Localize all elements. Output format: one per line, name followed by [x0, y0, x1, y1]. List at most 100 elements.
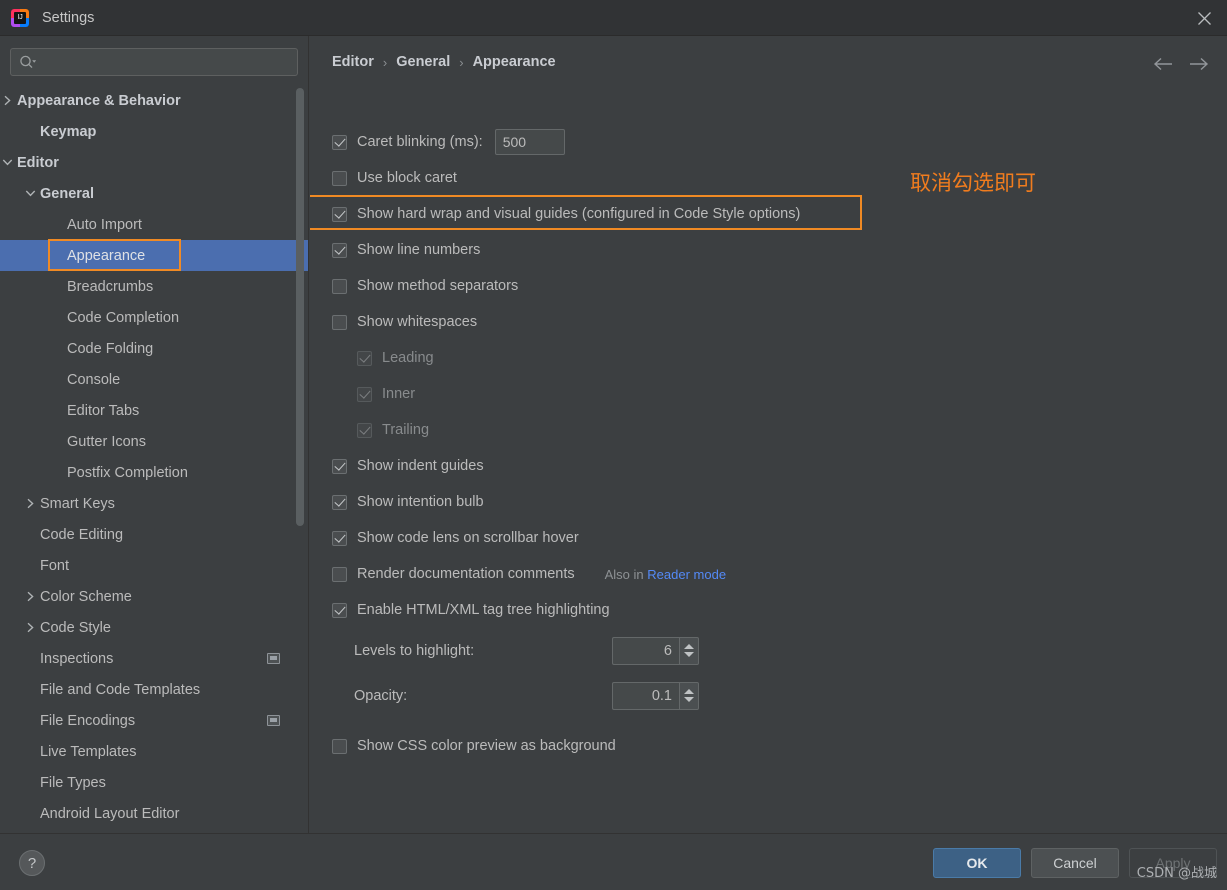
- sidebar-item-file-and-code-templates[interactable]: File and Code Templates: [0, 674, 308, 705]
- breadcrumb-item[interactable]: General: [396, 54, 450, 70]
- search-input[interactable]: [42, 54, 297, 70]
- sidebar-item-file-encodings[interactable]: File Encodings: [0, 705, 308, 736]
- chevron-right-icon[interactable]: [0, 93, 15, 108]
- window-title: Settings: [42, 9, 95, 26]
- html-xml-highlight-row: Enable HTML/XML tag tree highlighting: [310, 592, 1227, 628]
- sidebar-item-breadcrumbs[interactable]: Breadcrumbs: [0, 271, 308, 302]
- inner-label: Inner: [382, 386, 416, 402]
- sidebar-item-font[interactable]: Font: [0, 550, 308, 581]
- reader-mode-link[interactable]: Reader mode: [647, 567, 726, 582]
- sidebar-item-live-templates[interactable]: Live Templates: [0, 736, 308, 767]
- chevron-right-icon[interactable]: [23, 589, 38, 604]
- option-row-show-method-separators: Show method separators: [310, 268, 1227, 304]
- sidebar-item-smart-keys[interactable]: Smart Keys: [0, 488, 308, 519]
- html-xml-tag-tree-highlighting-checkbox[interactable]: [332, 602, 347, 618]
- opacity-spin-buttons[interactable]: [679, 681, 699, 710]
- also-in-prefix: Also in: [604, 566, 644, 582]
- show-intention-bulb-label: Show intention bulb: [357, 494, 484, 510]
- show-code-lens-on-scrollbar-hover-checkbox[interactable]: [332, 530, 347, 546]
- chevron-down-icon[interactable]: [0, 155, 15, 170]
- show-method-separators-label: Show method separators: [357, 278, 519, 294]
- render-doc-row: Render documentation comments Also in Re…: [310, 556, 1227, 592]
- show-css-color-preview-label: Show CSS color preview as background: [357, 738, 616, 754]
- arrow-left-icon[interactable]: [1151, 52, 1175, 76]
- show-code-lens-on-scrollbar-hover-label: Show code lens on scrollbar hover: [357, 530, 579, 546]
- chevron-down-icon[interactable]: [23, 186, 38, 201]
- breadcrumb-item[interactable]: Editor: [332, 54, 374, 70]
- sidebar-item-code-style[interactable]: Code Style: [0, 612, 308, 643]
- show-hard-wrap-and-visual-guides-configured-in-code-style-options-label: Show hard wrap and visual guides (config…: [357, 206, 801, 222]
- arrow-right-icon[interactable]: [1187, 52, 1211, 76]
- sidebar-item-inspections[interactable]: Inspections: [0, 643, 308, 674]
- breadcrumb-item[interactable]: Appearance: [473, 54, 556, 70]
- sidebar-item-editor-tabs[interactable]: Editor Tabs: [0, 395, 308, 426]
- sidebar-item-general[interactable]: General: [0, 178, 308, 209]
- levels-to-highlight-spin-buttons[interactable]: [679, 636, 699, 665]
- levels-to-highlight-row: Levels to highlight:: [310, 628, 1227, 673]
- search-box[interactable]: [10, 48, 298, 76]
- help-button[interactable]: ?: [19, 850, 45, 876]
- show-line-numbers-checkbox[interactable]: [332, 242, 347, 258]
- sidebar-item-label: Font: [40, 557, 70, 574]
- title-bar: IJ Settings: [0, 0, 1227, 36]
- option-row-inner: Inner: [310, 376, 1227, 412]
- sidebar-item-label: Android Layout Editor: [40, 805, 180, 822]
- sidebar-item-console[interactable]: Console: [0, 364, 308, 395]
- sidebar-item-label: File Encodings: [40, 712, 136, 729]
- levels-to-highlight-input[interactable]: [612, 636, 679, 665]
- sidebar-item-code-completion[interactable]: Code Completion: [0, 302, 308, 333]
- show-indent-guides-label: Show indent guides: [357, 458, 484, 474]
- intellij-idea-logo-icon: IJ: [11, 8, 29, 27]
- show-method-separators-checkbox[interactable]: [332, 278, 347, 294]
- spinner-up-icon[interactable]: [684, 644, 694, 649]
- sidebar-item-android-layout-editor[interactable]: Android Layout Editor: [0, 798, 308, 829]
- ok-button[interactable]: OK: [933, 848, 1021, 878]
- trailing-label: Trailing: [382, 422, 430, 438]
- use-block-caret-checkbox[interactable]: [332, 170, 347, 186]
- sidebar-item-auto-import[interactable]: Auto Import: [0, 209, 308, 240]
- show-whitespaces-checkbox[interactable]: [332, 314, 347, 330]
- spinner-up-icon[interactable]: [684, 689, 694, 694]
- show-indent-guides-checkbox[interactable]: [332, 458, 347, 474]
- sidebar-item-code-folding[interactable]: Code Folding: [0, 333, 308, 364]
- sidebar-item-code-editing[interactable]: Code Editing: [0, 519, 308, 550]
- sidebar-item-label: Appearance & Behavior: [17, 92, 181, 109]
- caret-blinking-label: Caret blinking (ms):: [357, 134, 483, 150]
- opacity-stepper[interactable]: [612, 681, 699, 710]
- chevron-right-icon[interactable]: [23, 620, 38, 635]
- sidebar-item-label: Postfix Completion: [67, 464, 188, 481]
- close-icon[interactable]: [1181, 0, 1227, 36]
- settings-tree[interactable]: Appearance & Behavior Keymap Editor General…: [0, 85, 308, 833]
- sidebar-item-color-scheme[interactable]: Color Scheme: [0, 581, 308, 612]
- sidebar-item-editor[interactable]: Editor: [0, 147, 308, 178]
- sidebar-scrollbar-thumb[interactable]: [296, 88, 304, 526]
- caret-blinking-checkbox[interactable]: [332, 134, 347, 150]
- appearance-settings-content: Caret blinking (ms): Use block caret Show…: [310, 124, 1227, 764]
- opacity-input[interactable]: [612, 681, 679, 710]
- sidebar-item-gutter-icons[interactable]: Gutter Icons: [0, 426, 308, 457]
- levels-to-highlight-stepper[interactable]: [612, 636, 699, 665]
- dialog-footer: ? OK Cancel Apply CSDN @战城: [0, 833, 1227, 890]
- sidebar-item-appearance-behavior[interactable]: Appearance & Behavior: [0, 85, 308, 116]
- cancel-button[interactable]: Cancel: [1031, 848, 1119, 878]
- option-row-use-block-caret: Use block caret: [310, 160, 1227, 196]
- render-documentation-comments-checkbox[interactable]: [332, 566, 347, 582]
- show-hard-wrap-and-visual-guides-configured-in-code-style-options-checkbox[interactable]: [332, 206, 347, 222]
- opacity-label: Opacity:: [354, 687, 408, 704]
- leading-label: Leading: [382, 350, 434, 366]
- breadcrumb-separator: ›: [459, 54, 464, 70]
- spinner-down-icon[interactable]: [684, 697, 694, 702]
- sidebar-item-label: Color Scheme: [40, 588, 132, 605]
- caret-blinking-input[interactable]: [494, 129, 565, 155]
- show-css-color-preview-checkbox[interactable]: [332, 738, 347, 754]
- sidebar-scrollbar[interactable]: [296, 85, 306, 833]
- watermark: CSDN @战城: [1136, 866, 1217, 881]
- option-row-show-code-lens-on-scrollbar-hover: Show code lens on scrollbar hover: [310, 520, 1227, 556]
- chevron-right-icon[interactable]: [23, 496, 38, 511]
- sidebar-item-postfix-completion[interactable]: Postfix Completion: [0, 457, 308, 488]
- sidebar-item-file-types[interactable]: File Types: [0, 767, 308, 798]
- sidebar-item-keymap[interactable]: Keymap: [0, 116, 308, 147]
- sidebar-item-appearance[interactable]: Appearance: [0, 240, 308, 271]
- spinner-down-icon[interactable]: [684, 652, 694, 657]
- show-intention-bulb-checkbox[interactable]: [332, 494, 347, 510]
